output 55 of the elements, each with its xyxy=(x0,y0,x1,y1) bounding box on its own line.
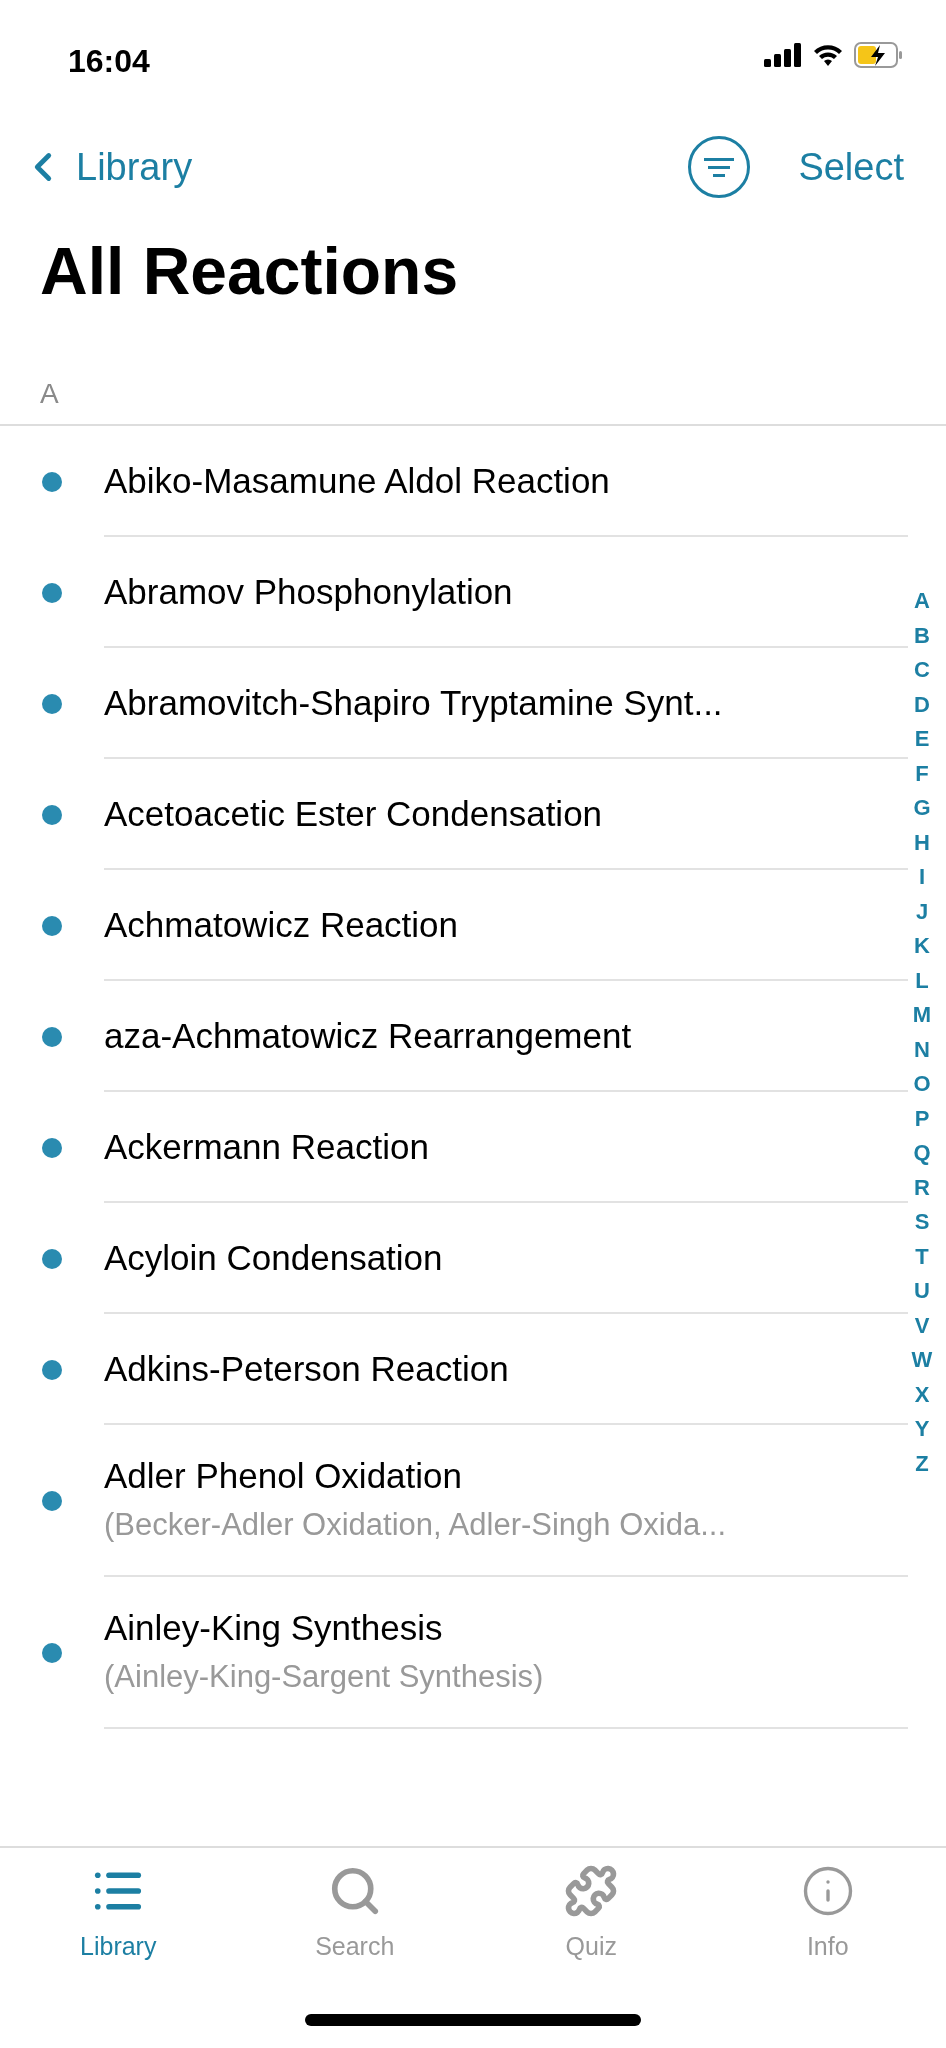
reaction-name: Ackermann Reaction xyxy=(104,1125,430,1168)
index-letter[interactable]: D xyxy=(914,687,930,722)
reaction-name: Abramovitch-Shapiro Tryptamine Synt... xyxy=(104,681,724,724)
tab-item[interactable]: Library xyxy=(0,1864,237,1968)
tab-item[interactable]: Quiz xyxy=(473,1864,710,1968)
section-header: A xyxy=(40,377,59,411)
index-letter[interactable]: S xyxy=(914,1205,930,1240)
reaction-name: Adkins-Peterson Reaction xyxy=(104,1347,510,1390)
index-letter[interactable]: O xyxy=(913,1067,931,1102)
index-letter[interactable]: Q xyxy=(913,1136,931,1171)
reaction-name: Acetoacetic Ester Condensation xyxy=(104,792,604,835)
index-letter[interactable]: L xyxy=(915,963,929,998)
index-letter[interactable]: G xyxy=(913,791,931,826)
page-title: All Reactions xyxy=(39,233,460,310)
index-letter[interactable]: Z xyxy=(915,1446,929,1481)
battery-charging-icon xyxy=(854,42,904,68)
reaction-name: Abramov Phosphonylation xyxy=(104,570,514,613)
index-letter[interactable]: A xyxy=(914,584,930,619)
index-letter[interactable]: C xyxy=(914,653,930,688)
reaction-aliases: (Ainley-King-Sargent Synthesis) xyxy=(104,1658,545,1696)
back-button[interactable]: Library xyxy=(20,138,193,196)
reaction-aliases: (Becker-Adler Oxidation, Adler-Singh Oxida... xyxy=(104,1506,727,1544)
index-letter[interactable]: K xyxy=(914,929,930,964)
index-letter[interactable]: B xyxy=(914,618,930,653)
reaction-name: Ainley-King Synthesis xyxy=(104,1607,444,1649)
reaction-row[interactable]: Abiko-Masamune Aldol Reaction xyxy=(0,426,946,537)
index-letter[interactable]: I xyxy=(918,860,926,895)
index-letter[interactable]: P xyxy=(914,1101,930,1136)
reaction-row[interactable]: Ainley-King Synthesis (Ainley-King-Sargent Synthesis) xyxy=(0,1577,946,1729)
index-letter[interactable]: R xyxy=(914,1170,930,1205)
status-time: 16:04 xyxy=(68,42,150,81)
index-letter[interactable]: V xyxy=(914,1308,930,1343)
signal-icon xyxy=(764,43,802,67)
reaction-name: Abiko-Masamune Aldol Reaction xyxy=(104,459,611,502)
index-letter[interactable]: X xyxy=(914,1377,930,1412)
wifi-icon xyxy=(812,43,844,67)
filter-button[interactable] xyxy=(688,136,751,198)
reaction-name: Achmatowicz Reaction xyxy=(104,903,460,946)
tab-item[interactable]: Search xyxy=(236,1864,473,1968)
index-letter[interactable]: H xyxy=(914,825,930,860)
index-letter[interactable]: Y xyxy=(914,1412,930,1447)
index-letter[interactable]: U xyxy=(914,1274,930,1309)
index-letter[interactable]: J xyxy=(915,894,929,929)
index-letter[interactable]: F xyxy=(915,756,929,791)
index-letter[interactable]: T xyxy=(915,1239,929,1274)
reaction-name: Acyloin Condensation xyxy=(104,1236,444,1279)
puzzle-icon xyxy=(564,1864,619,1918)
index-letter[interactable]: W xyxy=(911,1343,933,1378)
select-button[interactable]: Select xyxy=(798,138,904,196)
reaction-name: Adler Phenol Oxidation xyxy=(104,1455,463,1497)
index-letter[interactable]: N xyxy=(914,1032,930,1067)
index-letter[interactable]: E xyxy=(914,722,930,757)
reaction-name: aza-Achmatowicz Rearrangement xyxy=(104,1014,633,1057)
tab-item[interactable]: Info xyxy=(709,1864,946,1968)
index-letter[interactable]: M xyxy=(912,998,932,1033)
